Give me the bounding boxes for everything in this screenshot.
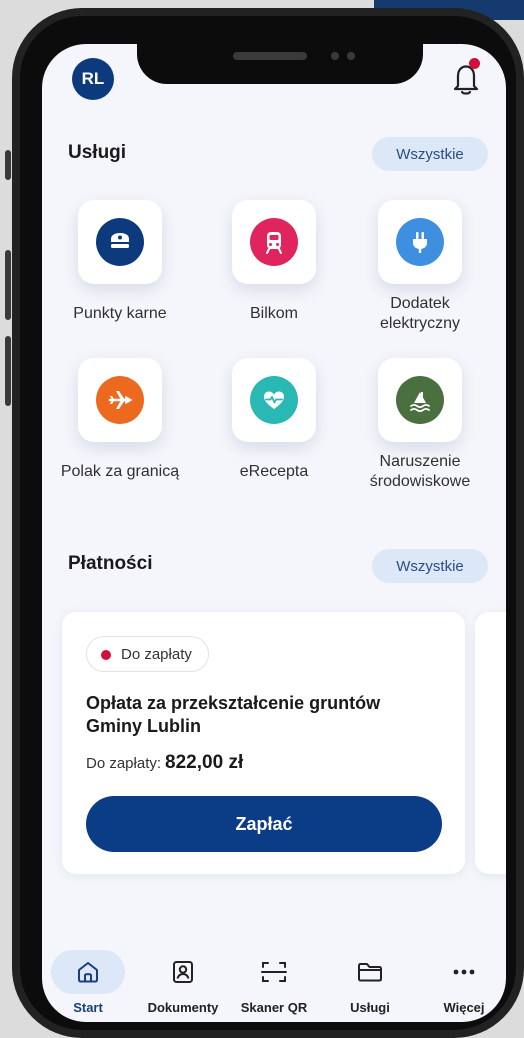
payment-title: Opłata za przekształcenie gruntów Gminy …: [86, 693, 381, 736]
service-label: Bilkom: [249, 305, 298, 322]
notch-speaker: [233, 52, 307, 60]
phone-frame: RL Usługi Wszystkie Punkty karne Bilkom …: [12, 8, 524, 1038]
status-badge: Do zapłaty: [86, 636, 209, 672]
services-title: Usługi: [68, 142, 127, 163]
nav-item-wiecej[interactable]: Więcej: [418, 942, 506, 1022]
service-label: Dodatek elektryczny: [379, 295, 461, 332]
services-all-button[interactable]: Wszystkie: [372, 137, 488, 171]
service-label: Polak za granicą: [60, 463, 180, 480]
payment-card[interactable]: Do zapłaty Opłata za przekształcenie gru…: [62, 612, 465, 874]
phone-volume-down: [5, 336, 11, 406]
service-label: Punkty karne: [73, 305, 167, 322]
nav-label: Usługi: [350, 1000, 390, 1015]
phone-notch: [137, 26, 423, 84]
payment-card-next[interactable]: [475, 612, 506, 874]
service-polak-za-granica[interactable]: Polak za granicą: [60, 358, 180, 482]
service-label: eRecepta: [239, 463, 309, 480]
nav-item-skaner-qr[interactable]: Skaner QR: [228, 942, 320, 1022]
notch-camera: [347, 52, 355, 60]
notch-sensor: [331, 52, 339, 60]
service-tile[interactable]: [78, 358, 162, 442]
service-erecepta[interactable]: eRecepta: [214, 358, 334, 482]
nav-icon-container: [427, 950, 501, 994]
phone-mute-switch: [5, 150, 11, 180]
service-tile[interactable]: [232, 358, 316, 442]
folder-icon: [358, 963, 382, 982]
payment-amount-row: Do zapłaty: 822,00 zł: [86, 752, 243, 774]
service-bilkom[interactable]: Bilkom: [214, 200, 334, 324]
service-dodatek-elektryczny[interactable]: Dodatek elektryczny: [360, 200, 480, 334]
avatar[interactable]: RL: [72, 58, 114, 100]
amount-value: 822,00 zł: [165, 752, 244, 773]
nav-item-start[interactable]: Start: [42, 942, 134, 1022]
plug-icon: [413, 232, 427, 253]
pay-button[interactable]: Zapłać: [86, 796, 442, 852]
notification-badge: [469, 58, 480, 69]
nav-label: Skaner QR: [240, 1000, 308, 1015]
nav-label: Start: [73, 1000, 103, 1015]
heart-pulse-icon: [264, 391, 284, 409]
status-dot: [101, 650, 111, 660]
train-icon: [266, 232, 282, 254]
notifications-button[interactable]: [446, 58, 486, 98]
status-label: Do zapłaty: [121, 645, 192, 663]
nav-icon-container: [51, 950, 125, 994]
qr-scanner-icon: [261, 962, 287, 982]
app-screen: RL Usługi Wszystkie Punkty karne Bilkom …: [42, 44, 506, 1022]
nav-icon-container: [333, 950, 407, 994]
service-naruszenie-srodowiskowe[interactable]: Naruszenie środowiskowe: [360, 358, 480, 492]
bottom-navigation: Start Dokumenty Skaner QR Usługi Więcej: [42, 942, 506, 1022]
payments-title: Płatności: [68, 553, 153, 574]
id-card-icon: [173, 961, 193, 983]
nav-icon-container: [237, 950, 311, 994]
environment-icon: [410, 392, 430, 413]
service-punkty-karne[interactable]: Punkty karne: [60, 200, 180, 324]
payments-all-button[interactable]: Wszystkie: [372, 549, 488, 583]
police-cap-icon: [111, 233, 129, 248]
phone-volume-up: [5, 250, 11, 320]
nav-item-dokumenty[interactable]: Dokumenty: [137, 942, 229, 1022]
airplane-icon: [108, 391, 133, 409]
nav-label: Więcej: [443, 1000, 485, 1015]
amount-label: Do zapłaty:: [86, 755, 162, 772]
service-tile[interactable]: [378, 200, 462, 284]
service-tile[interactable]: [232, 200, 316, 284]
nav-item-uslugi[interactable]: Usługi: [324, 942, 416, 1022]
bell-icon: [453, 65, 479, 95]
nav-icon-container: [146, 950, 220, 994]
nav-label: Dokumenty: [147, 1000, 219, 1015]
more-icon: [453, 969, 475, 975]
service-label: Naruszenie środowiskowe: [369, 453, 471, 490]
home-icon: [78, 962, 98, 983]
service-tile[interactable]: [378, 358, 462, 442]
service-tile[interactable]: [78, 200, 162, 284]
